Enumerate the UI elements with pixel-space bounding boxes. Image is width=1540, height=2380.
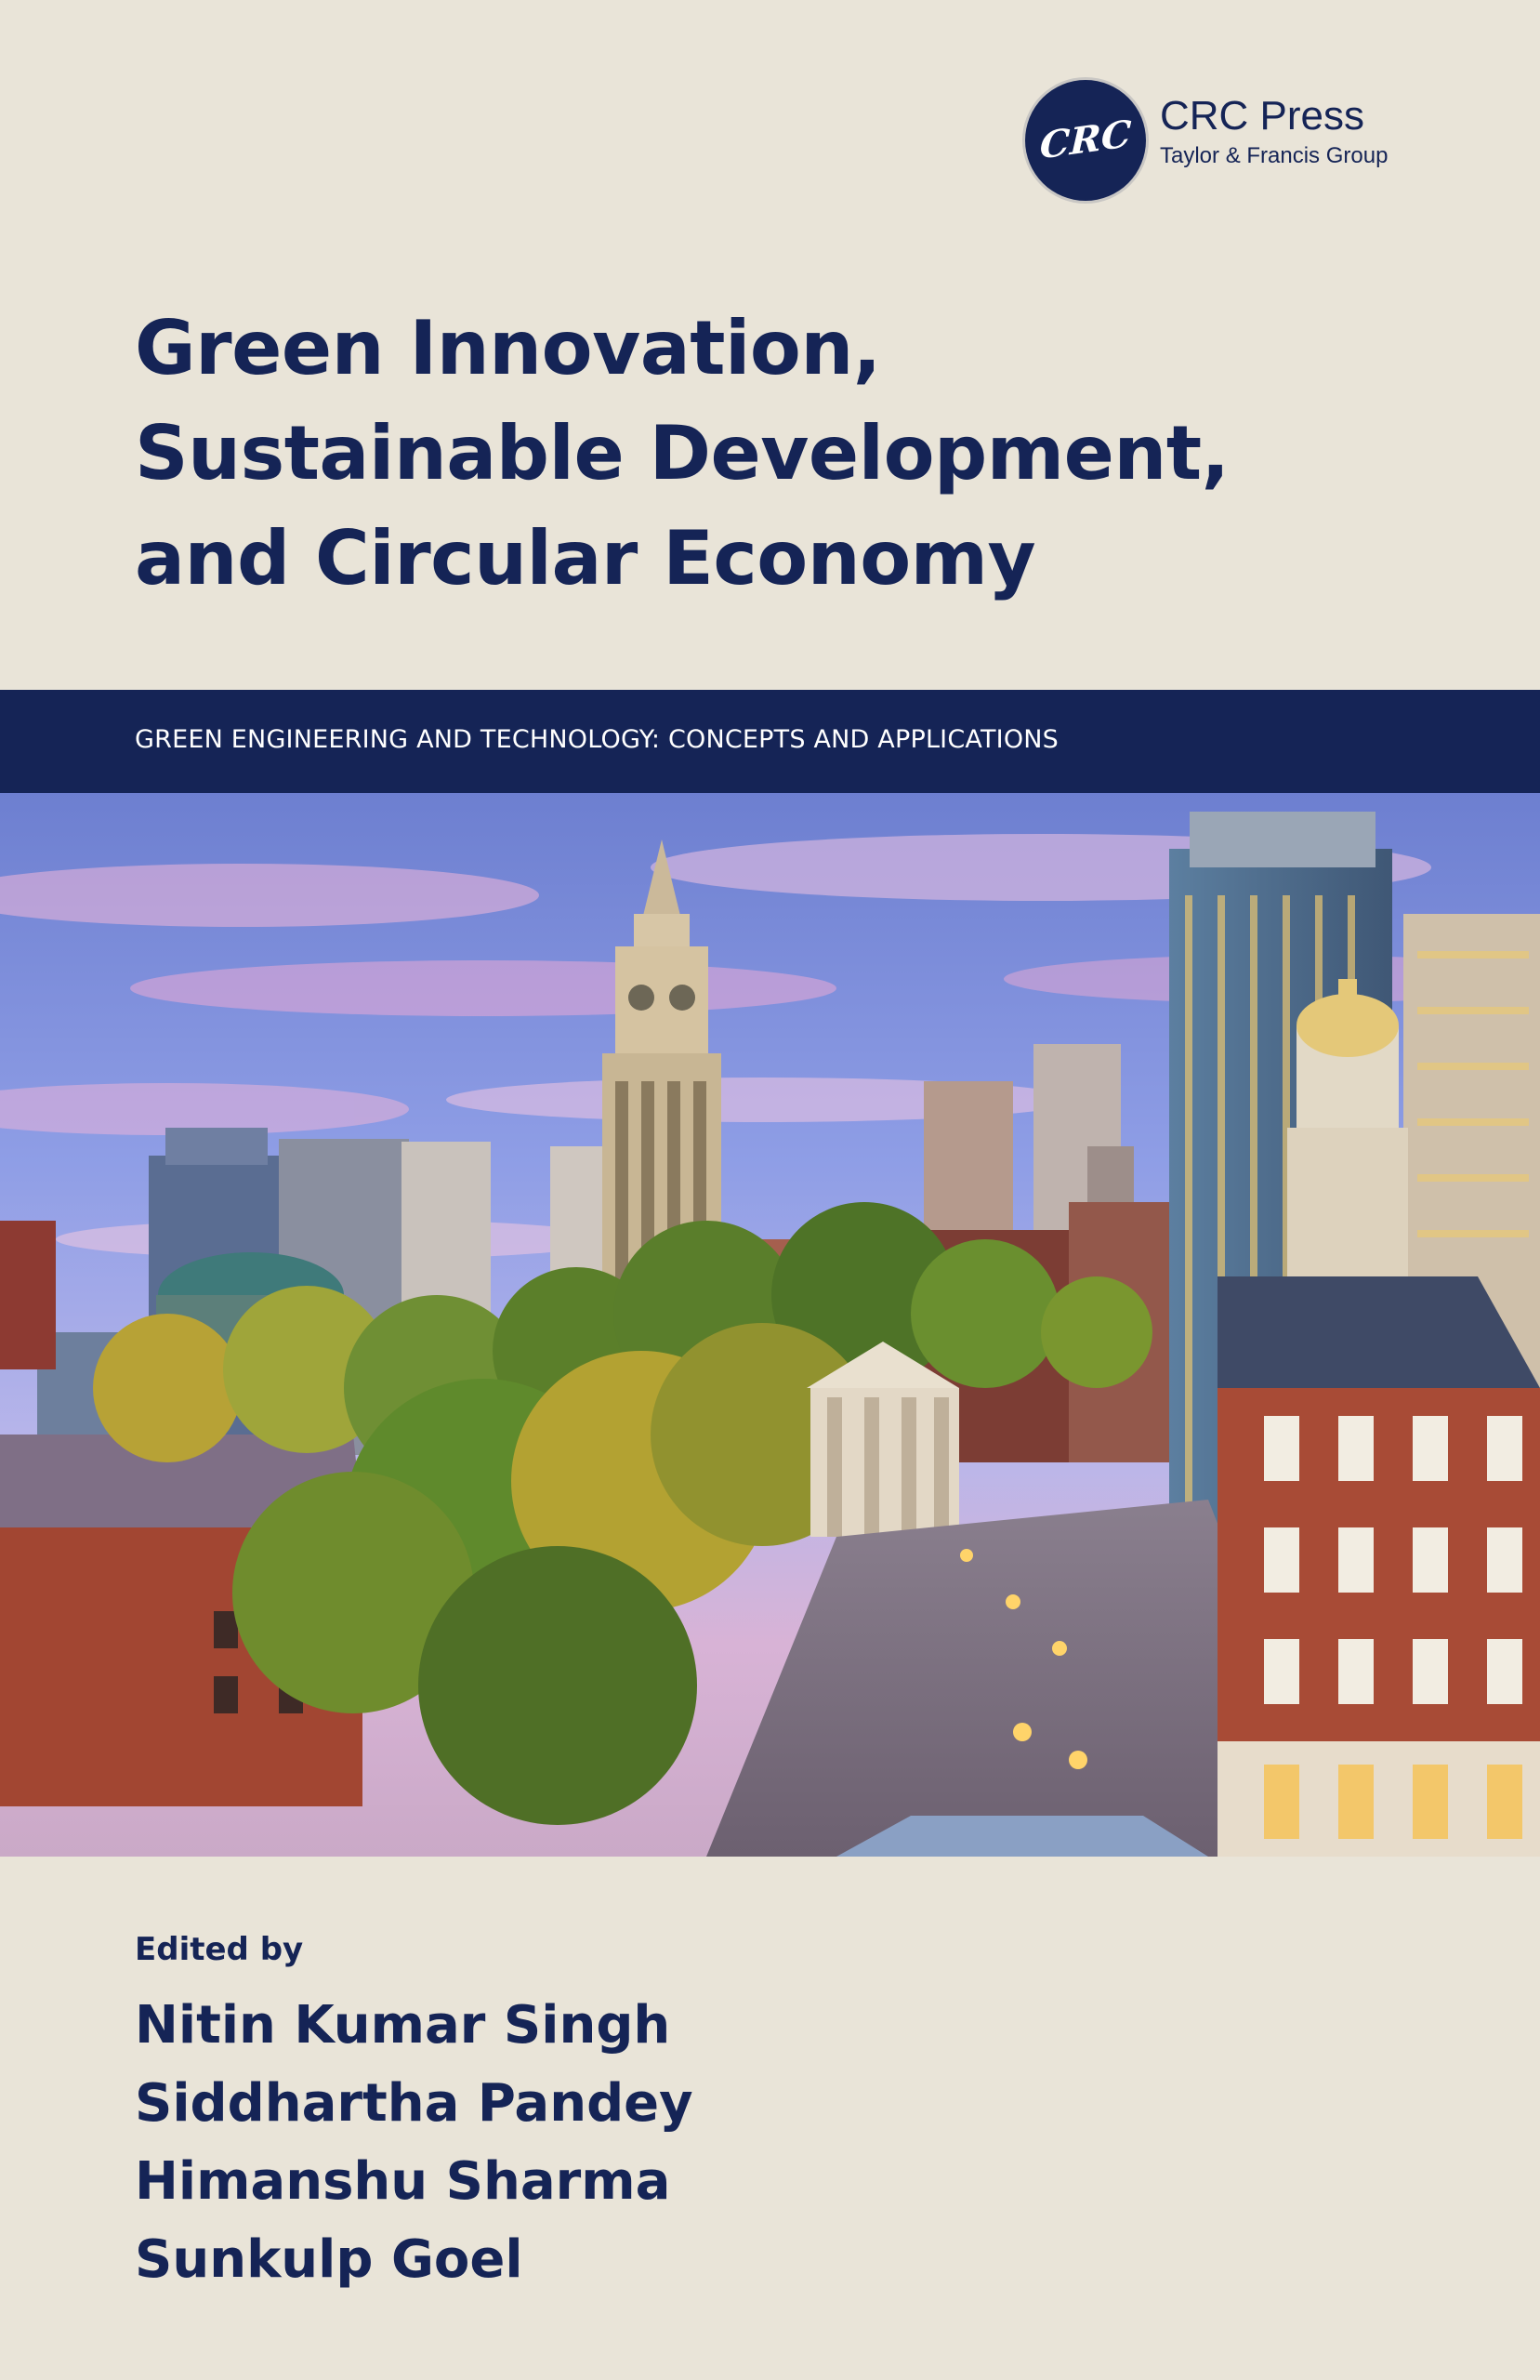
- city-skyline-photo: [0, 793, 1540, 1857]
- publisher-name: CRC Press: [1160, 93, 1365, 139]
- title-line: Green Innovation,: [135, 305, 881, 391]
- editor-list: Nitin Kumar Singh Siddhartha Pandey Hima…: [135, 1987, 1250, 2299]
- crc-seal-text: CRC: [1038, 112, 1133, 168]
- title-line: Sustainable Development,: [135, 410, 1230, 496]
- editor-name: Sunkulp Goel: [135, 2229, 523, 2290]
- title-line: and Circular Economy: [135, 515, 1036, 602]
- editor-name: Nitin Kumar Singh: [135, 1995, 671, 2056]
- editor-name: Himanshu Sharma: [135, 2151, 671, 2212]
- publisher-logo: CRC CRC Press Taylor & Francis Group: [1025, 80, 1453, 201]
- series-band: GREEN ENGINEERING AND TECHNOLOGY: CONCEP…: [0, 690, 1540, 793]
- series-label: GREEN ENGINEERING AND TECHNOLOGY: CONCEP…: [135, 725, 1060, 754]
- editors-block: Edited by Nitin Kumar Singh Siddhartha P…: [135, 1929, 1250, 2299]
- book-cover: CRC CRC Press Taylor & Francis Group Gre…: [0, 0, 1540, 2380]
- book-title: Green Innovation, Sustainable Developmen…: [135, 296, 1492, 611]
- edited-by-label: Edited by: [135, 1931, 304, 1968]
- city-skyline-illustration: [0, 793, 1540, 1857]
- publisher-group: Taylor & Francis Group: [1160, 143, 1389, 168]
- editor-name: Siddhartha Pandey: [135, 2073, 693, 2134]
- crc-seal-logo: CRC: [1025, 80, 1146, 201]
